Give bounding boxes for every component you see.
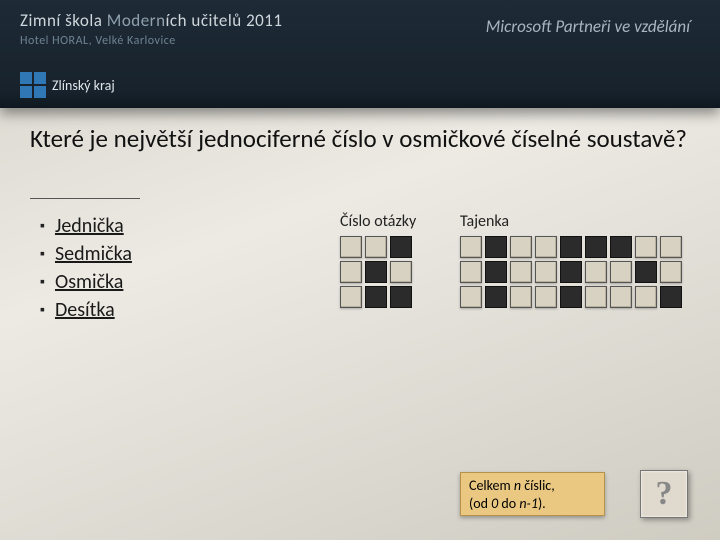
- question-text: Které je největší jednociferné číslo v o…: [30, 124, 690, 154]
- answer-option[interactable]: Desítka: [40, 298, 132, 322]
- answer-label: Osmička: [55, 270, 123, 294]
- grid-cell: [390, 286, 412, 308]
- grid-question-number: [340, 236, 412, 308]
- grid-cell: [390, 236, 412, 258]
- slide-header: Zimní škola Moderních učitelů 2011 Hotel…: [0, 0, 720, 108]
- footer-hint: Celkem n číslic, (od 0 do n-1).: [460, 472, 605, 516]
- logo-text: Zlínský kraj: [52, 77, 115, 94]
- answer-list: Jednička Sedmička Osmička Desítka: [40, 210, 132, 326]
- answer-label: Desítka: [55, 298, 115, 322]
- grid-cell: [535, 286, 557, 308]
- grid-tajenka: [460, 236, 682, 308]
- header-title: Zimní škola Moderních učitelů 2011: [20, 10, 283, 31]
- region-logo: Zlínský kraj: [20, 72, 115, 98]
- grid-cell: [535, 236, 557, 258]
- grid-cell: [560, 261, 582, 283]
- label-question-number: Číslo otázky: [340, 212, 416, 231]
- help-button[interactable]: ?: [640, 470, 688, 518]
- answer-label: Jednička: [55, 214, 124, 238]
- grid-cell: [365, 261, 387, 283]
- grid-cell: [485, 236, 507, 258]
- grid-cell: [585, 261, 607, 283]
- grid-cell: [460, 261, 482, 283]
- grid-cell: [585, 236, 607, 258]
- grid-cell: [340, 236, 362, 258]
- question-mark-icon: ?: [656, 475, 673, 513]
- title-em: Modern: [107, 10, 166, 31]
- grid-cell: [560, 236, 582, 258]
- answer-option[interactable]: Jednička: [40, 214, 132, 238]
- grid-cell: [365, 286, 387, 308]
- grid-cell: [610, 261, 632, 283]
- grid-cell: [510, 261, 532, 283]
- header-partner: Microsoft Partneři ve vzdělání: [486, 16, 690, 37]
- grid-cell: [660, 286, 682, 308]
- grid-cell: [585, 286, 607, 308]
- grid-cell: [660, 236, 682, 258]
- grid-cell: [560, 286, 582, 308]
- slide: Zimní škola Moderních učitelů 2011 Hotel…: [0, 0, 720, 540]
- grid-cell: [340, 286, 362, 308]
- answer-option[interactable]: Osmička: [40, 270, 132, 294]
- title-suffix: ích učitelů 2011: [166, 10, 283, 31]
- grid-cell: [340, 261, 362, 283]
- grid-cell: [460, 236, 482, 258]
- grid-cell: [460, 286, 482, 308]
- grid-cell: [510, 286, 532, 308]
- grid-cell: [535, 261, 557, 283]
- label-tajenka: Tajenka: [460, 212, 509, 231]
- grid-cell: [510, 236, 532, 258]
- grid-cell: [610, 236, 632, 258]
- grid-cell: [610, 286, 632, 308]
- grid-cell: [635, 286, 657, 308]
- grid-cell: [660, 261, 682, 283]
- grid-cell: [485, 286, 507, 308]
- grid-cell: [365, 236, 387, 258]
- grid-cell: [485, 261, 507, 283]
- divider: [30, 198, 140, 199]
- grid-cell: [635, 261, 657, 283]
- grid-cell: [635, 236, 657, 258]
- header-subtitle: Hotel HORAL, Velké Karlovice: [20, 34, 176, 48]
- title-prefix: Zimní škola: [20, 10, 107, 31]
- answer-label: Sedmička: [55, 242, 132, 266]
- answer-option[interactable]: Sedmička: [40, 242, 132, 266]
- grid-cell: [390, 261, 412, 283]
- logo-squares-icon: [20, 72, 46, 98]
